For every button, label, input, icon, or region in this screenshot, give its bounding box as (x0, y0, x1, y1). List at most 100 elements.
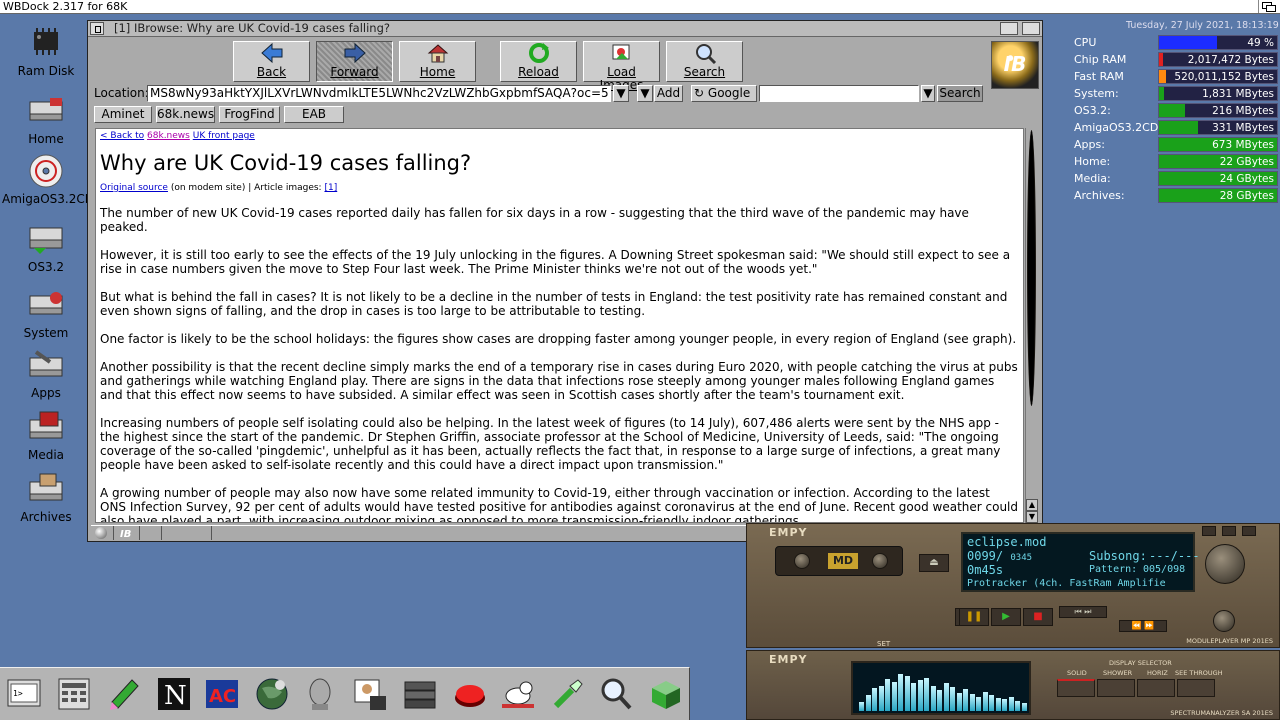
search-button[interactable]: Search (666, 41, 743, 82)
chevron-down-icon: ▼ (640, 86, 650, 100)
forward-button[interactable]: Forward (316, 41, 393, 82)
calculator-icon[interactable] (56, 676, 92, 712)
original-source-link[interactable]: Original source (100, 183, 168, 193)
monitor-label: Chip RAM (1074, 53, 1127, 66)
monitor-bar: 520,011,152 Bytes (1158, 69, 1278, 84)
hotlist-68k-news[interactable]: 68k.news (156, 106, 215, 123)
monitor-row: System: 1,831 MBytes (1074, 86, 1278, 102)
globe-icon[interactable] (254, 676, 290, 712)
load-images-button[interactable]: Load Images (583, 41, 660, 92)
seek-buttons[interactable]: ⏪ ⏩ (1119, 620, 1167, 632)
module-player: EMPY MD ⏏ eclipse.mod 0099/ 0345 Subsong… (746, 523, 1280, 648)
stop-button[interactable]: ■ (1023, 608, 1053, 626)
reload-button[interactable]: Reload (500, 41, 577, 82)
skip-icon: ⏮ ⏭ (1074, 607, 1092, 616)
vertical-scrollbar[interactable]: ▲ ▼ (1025, 128, 1038, 523)
close-gadget[interactable] (90, 22, 104, 35)
history-dropdown[interactable]: ▼ (613, 85, 629, 102)
play-button[interactable]: ▶ (991, 608, 1021, 626)
screen-depth-gadget[interactable] (1258, 0, 1278, 13)
snapshot-gadget[interactable] (1222, 526, 1236, 536)
mode-label-see-through: SEE THROUGH (1175, 669, 1223, 677)
reload-icon (501, 42, 576, 66)
search-icon (667, 42, 742, 66)
stack-icon[interactable] (402, 676, 438, 712)
add-dropdown[interactable]: ▼ (637, 85, 653, 102)
svg-text:N: N (164, 681, 187, 711)
close-gadget[interactable] (1242, 526, 1256, 536)
spectrum-bar (963, 689, 968, 711)
pause-button[interactable]: ❚❚ (959, 608, 989, 626)
hotlist-frogfind[interactable]: FrogFind (219, 106, 280, 123)
article-meta: Original source (on modem site) | Articl… (100, 183, 338, 193)
desktop-icon-amigaos-cd[interactable]: AmigaOS3.2CD (2, 154, 94, 206)
article-paragraph: Another possibility is that the recent d… (100, 360, 1018, 402)
site-link[interactable]: 68k.news (147, 131, 190, 141)
desktop-icon-system[interactable]: System (2, 288, 90, 340)
zoom-gadget[interactable] (1000, 22, 1018, 35)
monitor-value: 216 MBytes (1212, 105, 1274, 117)
front-page-link[interactable]: UK front page (193, 131, 255, 141)
position-counter: 0099 (967, 549, 996, 563)
search-field[interactable] (759, 85, 919, 102)
module-format: Protracker (4ch. (967, 578, 1064, 589)
iconify-gadget[interactable] (1202, 526, 1216, 536)
monitor-label: CPU (1074, 36, 1097, 49)
article-image-link[interactable]: [1] (324, 183, 337, 193)
notepad-pencil-icon[interactable] (106, 676, 142, 712)
stop-icon: ■ (1033, 611, 1043, 622)
desktop-icon-home[interactable]: Home (2, 94, 90, 146)
sculpture-icon[interactable] (302, 676, 338, 712)
prev-next-buttons[interactable]: ⏮ ⏭ (1059, 606, 1107, 618)
volume-knob[interactable] (1205, 544, 1245, 584)
monitor-bar: 22 GBytes (1158, 154, 1278, 169)
eject-button[interactable]: ⏏ (919, 554, 949, 572)
home-button[interactable]: Home (399, 41, 476, 82)
amicygnix-icon[interactable]: AC (204, 676, 240, 712)
green-cube-icon[interactable] (648, 676, 684, 712)
ram-chip-icon (26, 26, 66, 60)
scroll-knob[interactable] (1027, 130, 1036, 406)
dog-icon[interactable] (500, 676, 536, 712)
red-button-icon[interactable] (452, 676, 488, 712)
mode-see-through-button[interactable] (1177, 679, 1215, 697)
window-title-bar[interactable]: [1] IBrowse: Why are UK Covid-19 cases f… (88, 21, 1042, 37)
back-button[interactable]: Back (233, 41, 310, 82)
shell-icon[interactable]: 1> (6, 676, 42, 712)
balance-knob[interactable] (1213, 610, 1235, 632)
add-bookmark-button[interactable]: Add (654, 85, 683, 102)
player-display: eclipse.mod 0099/ 0345 Subsong: ---/--- … (961, 532, 1200, 592)
mode-horiz-button[interactable] (1137, 679, 1175, 697)
monitor-label: System: (1074, 87, 1119, 100)
play-time: 0m45s (967, 563, 1004, 577)
hotlist-eab[interactable]: EAB (284, 106, 344, 123)
status-cell (139, 526, 161, 540)
desktop-icon-apps[interactable]: Apps (2, 348, 90, 400)
spectrum-analyzer: EMPY DISPLAY SELECTOR SOLID SHOWER HORIZ… (746, 650, 1280, 720)
spectrum-bar (924, 678, 929, 711)
search-dropdown[interactable]: ▼ (921, 85, 935, 102)
location-field[interactable]: MS8wNy93aHktYXJlLXVrLWNvdmlkLTE5LWNhc2Vz… (147, 85, 611, 102)
pattern-value: 005/098 (1143, 564, 1186, 575)
desktop-icon-media[interactable]: Media (2, 410, 90, 462)
spectrum-bar (865, 695, 871, 711)
spectrum-bar (982, 692, 988, 711)
desktop-icon-archives[interactable]: Archives (2, 472, 90, 524)
spectrum-bar (1015, 701, 1020, 711)
hotlist-aminet[interactable]: Aminet (94, 106, 152, 123)
desktop-icon-ram-disk[interactable]: Ram Disk (2, 26, 90, 78)
search-go-button[interactable]: Search (937, 85, 983, 102)
mode-shower-button[interactable] (1097, 679, 1135, 697)
back-to-link[interactable]: < Back to (100, 131, 144, 141)
mode-solid-button[interactable] (1057, 679, 1095, 697)
search-engine-selector[interactable]: ↻ Google (691, 85, 757, 102)
picture-viewer-icon[interactable] (352, 676, 388, 712)
article-paragraph: One factor is likely to be the school ho… (100, 332, 1017, 346)
magnifier-icon[interactable] (598, 676, 634, 712)
scroll-down-arrow[interactable]: ▼ (1026, 511, 1038, 523)
scroll-up-arrow[interactable]: ▲ (1026, 499, 1038, 511)
depth-gadget[interactable] (1022, 22, 1040, 35)
netsurf-icon[interactable]: N (156, 676, 192, 712)
flashlight-icon[interactable] (550, 676, 586, 712)
desktop-icon-os32[interactable]: OS3.2 (2, 222, 90, 274)
